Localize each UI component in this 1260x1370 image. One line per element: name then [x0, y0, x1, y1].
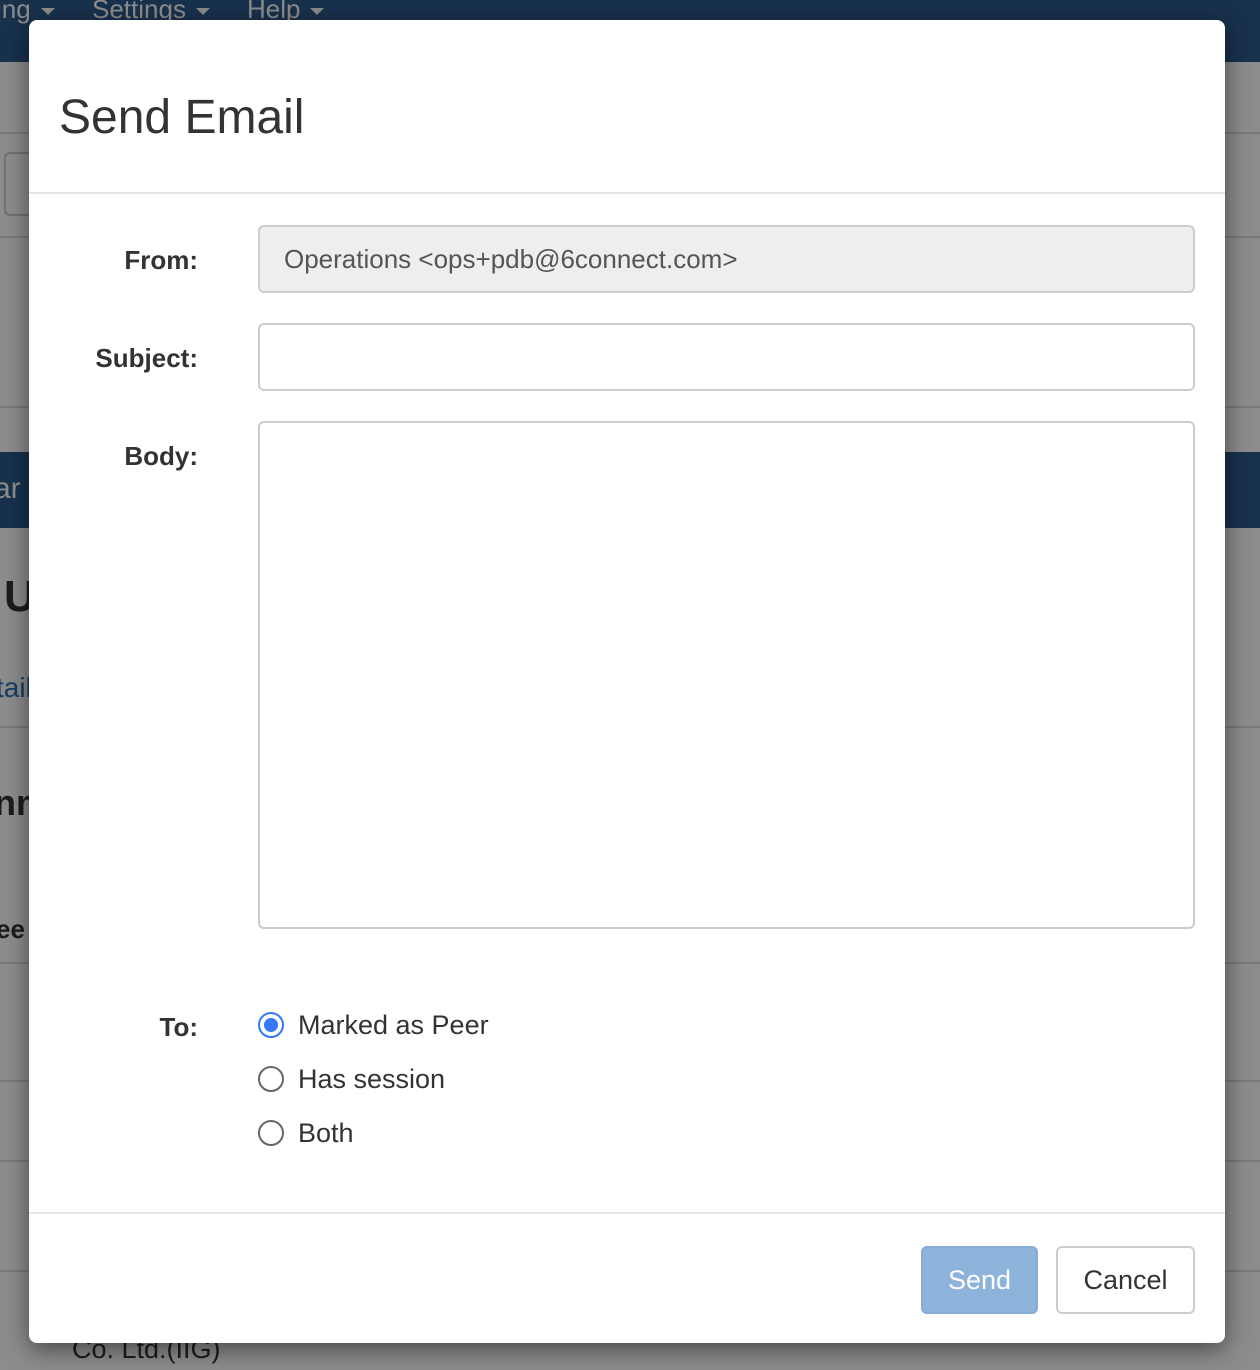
- send-button[interactable]: Send: [921, 1246, 1038, 1314]
- from-field: Operations <ops+pdb@6connect.com>: [258, 225, 1195, 293]
- subject-label: Subject:: [95, 343, 198, 373]
- radio-both[interactable]: Both: [258, 1116, 354, 1150]
- radio-label: Both: [298, 1117, 354, 1148]
- radio-unchecked-icon[interactable]: [258, 1066, 284, 1092]
- subject-input[interactable]: [258, 323, 1195, 391]
- radio-marked-as-peer[interactable]: Marked as Peer: [258, 1008, 489, 1042]
- cancel-button[interactable]: Cancel: [1056, 1246, 1195, 1314]
- send-email-modal: Send Email From: Operations <ops+pdb@6co…: [29, 20, 1225, 1343]
- to-label: To:: [159, 1012, 199, 1042]
- radio-checked-icon[interactable]: [258, 1012, 284, 1038]
- radio-has-session[interactable]: Has session: [258, 1062, 445, 1096]
- modal-header: Send Email: [29, 20, 1225, 194]
- modal-footer: Send Cancel: [29, 1212, 1225, 1343]
- body-textarea[interactable]: [258, 421, 1195, 929]
- from-label: From:: [124, 245, 198, 275]
- body-label: Body:: [124, 441, 198, 471]
- modal-title: Send Email: [59, 91, 305, 144]
- radio-label: Marked as Peer: [298, 1009, 489, 1040]
- radio-label: Has session: [298, 1063, 446, 1094]
- radio-unchecked-icon[interactable]: [258, 1120, 284, 1146]
